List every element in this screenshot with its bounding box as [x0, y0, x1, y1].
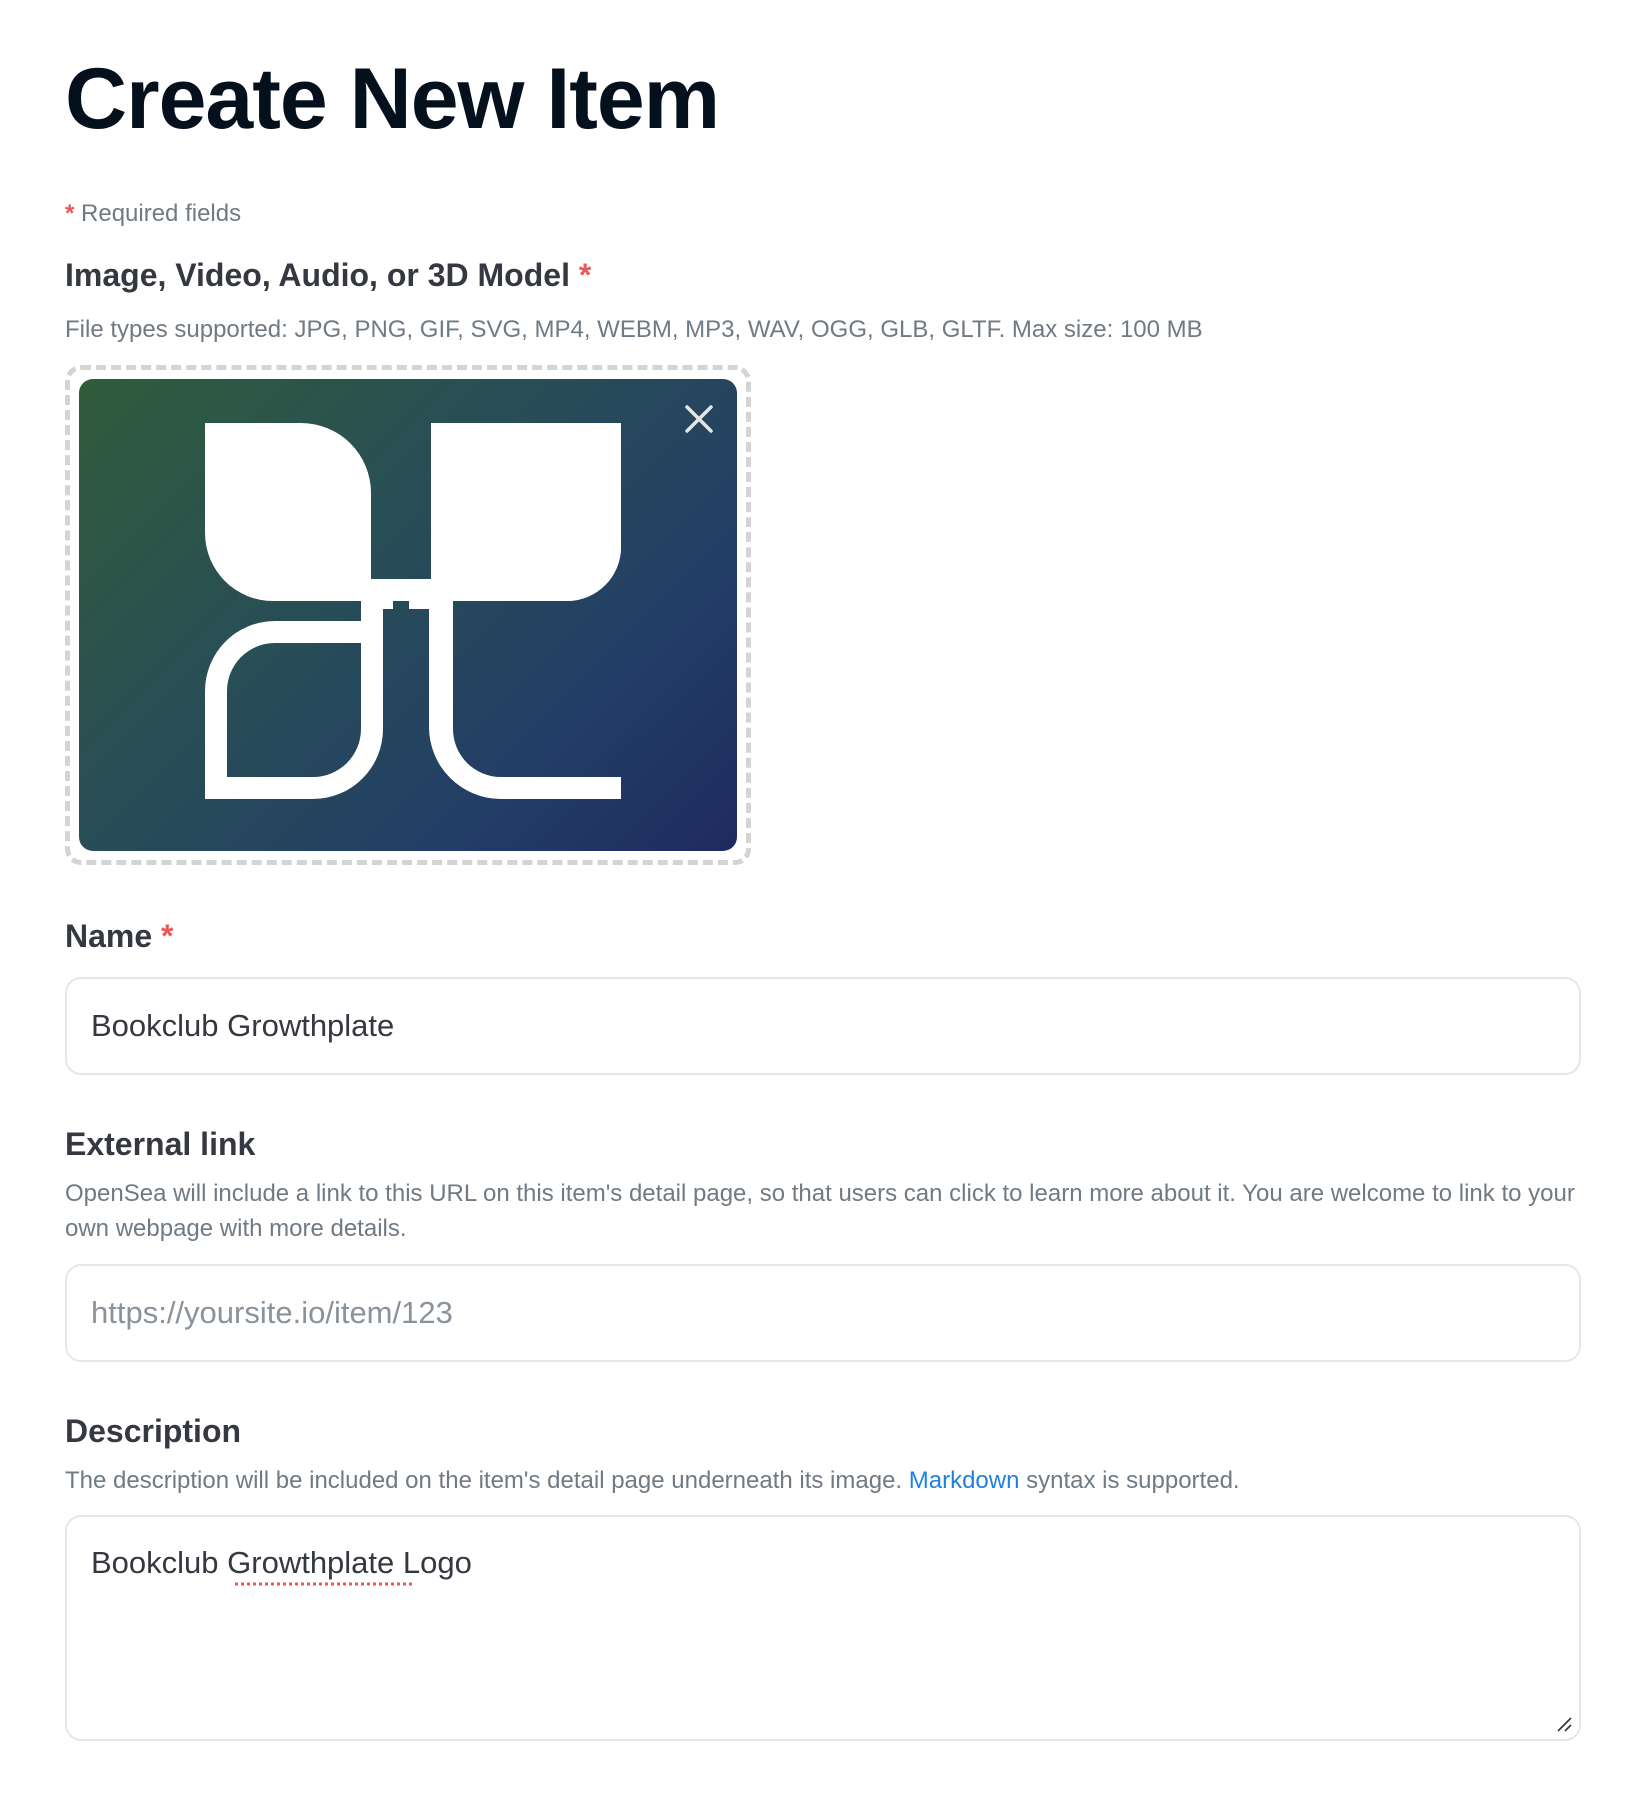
external-link-label: External link	[65, 1126, 256, 1162]
media-help-text: File types supported: JPG, PNG, GIF, SVG…	[65, 316, 1203, 343]
external-link-help-text: OpenSea will include a link to this URL …	[65, 1180, 1575, 1242]
name-field[interactable]	[65, 977, 1581, 1075]
leaf-logo-icon	[205, 423, 621, 799]
name-label: Name *	[65, 918, 174, 955]
required-asterisk: *	[65, 200, 75, 227]
external-link-field[interactable]	[65, 1264, 1581, 1362]
markdown-link[interactable]: Markdown	[909, 1467, 1020, 1494]
media-label-text: Image, Video, Audio, or 3D Model	[65, 257, 570, 293]
description-help-after: syntax is supported.	[1019, 1467, 1240, 1494]
description-help-text: The description will be included on the …	[65, 1463, 1240, 1498]
required-asterisk: *	[161, 918, 174, 954]
resize-handle-icon[interactable]	[1555, 1715, 1573, 1733]
description-textarea[interactable]: Bookclub Growthplate Logo	[67, 1517, 1579, 1739]
name-input[interactable]	[67, 979, 1579, 1073]
required-fields-text: Required fields	[74, 200, 242, 227]
description-field[interactable]: Bookclub Growthplate Logo	[65, 1515, 1581, 1741]
close-icon[interactable]	[679, 399, 719, 439]
required-asterisk: *	[578, 257, 592, 293]
spellcheck-underline	[235, 1582, 415, 1586]
description-help-before: The description will be included on the …	[65, 1467, 909, 1494]
page-title: Create New Item	[65, 51, 720, 147]
description-label: Description	[65, 1413, 242, 1449]
external-link-input[interactable]	[67, 1266, 1579, 1360]
name-label-text: Name	[65, 918, 153, 954]
media-preview	[79, 379, 737, 851]
required-fields-note: * Required fields	[65, 200, 241, 228]
media-label: Image, Video, Audio, or 3D Model *	[65, 257, 591, 294]
media-dropzone[interactable]	[65, 365, 751, 865]
